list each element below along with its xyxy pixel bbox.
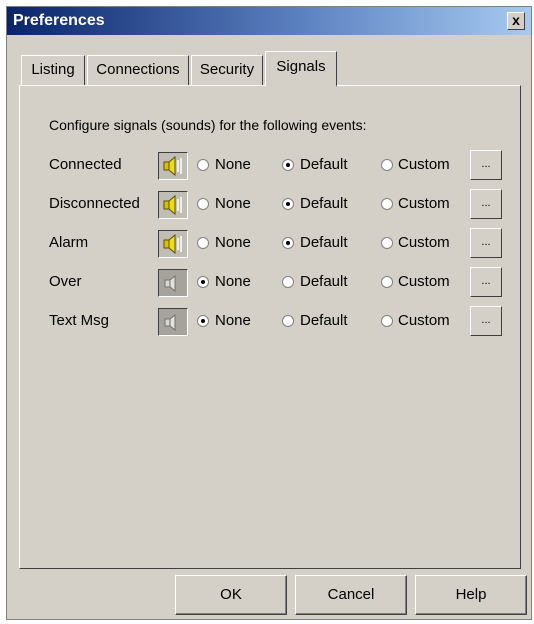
radio-label-default[interactable]: Default — [300, 234, 348, 251]
panel-description: Configure signals (sounds) for the follo… — [49, 117, 367, 133]
radio-default[interactable] — [282, 315, 294, 327]
radio-custom[interactable] — [381, 237, 393, 249]
signal-row-text-msg: Text Msg None Default Custom... — [20, 306, 520, 336]
event-label: Text Msg — [49, 312, 110, 329]
tab-label: Listing — [31, 61, 75, 78]
radio-label-custom[interactable]: Custom — [398, 273, 450, 290]
radio-custom[interactable] — [381, 198, 393, 210]
radio-none[interactable] — [197, 198, 209, 210]
radio-label-default[interactable]: Default — [300, 156, 348, 173]
radio-default[interactable] — [282, 237, 294, 249]
radio-none[interactable] — [197, 276, 209, 288]
play-sound-button[interactable] — [158, 269, 188, 297]
tab-label: Signals — [276, 58, 326, 75]
radio-label-none[interactable]: None — [215, 312, 251, 329]
signals-panel: Configure signals (sounds) for the follo… — [19, 85, 521, 569]
radio-label-none[interactable]: None — [215, 234, 251, 251]
browse-sound-button[interactable]: ... — [470, 228, 502, 258]
event-label: Connected — [49, 156, 122, 173]
play-sound-button[interactable] — [158, 308, 188, 336]
radio-default[interactable] — [282, 159, 294, 171]
radio-label-none[interactable]: None — [215, 195, 251, 212]
radio-custom[interactable] — [381, 276, 393, 288]
cancel-button[interactable]: Cancel — [295, 575, 407, 615]
radio-none[interactable] — [197, 159, 209, 171]
radio-label-custom[interactable]: Custom — [398, 195, 450, 212]
browse-sound-button[interactable]: ... — [470, 306, 502, 336]
radio-label-none[interactable]: None — [215, 273, 251, 290]
help-button[interactable]: Help — [415, 575, 527, 615]
speaker-off-icon — [164, 313, 176, 332]
radio-custom[interactable] — [381, 315, 393, 327]
speaker-on-icon — [163, 233, 182, 255]
tab-connections[interactable]: Connections — [87, 55, 189, 85]
radio-label-default[interactable]: Default — [300, 273, 348, 290]
radio-label-custom[interactable]: Custom — [398, 156, 450, 173]
speaker-on-icon — [163, 194, 182, 216]
play-sound-button[interactable] — [158, 191, 188, 219]
close-icon: x — [512, 12, 520, 28]
radio-selected-dot — [201, 319, 205, 323]
speaker-on-icon — [163, 155, 182, 177]
preferences-dialog: Preferences x Listing Connections Securi… — [6, 6, 532, 620]
event-label: Alarm — [49, 234, 89, 251]
radio-custom[interactable] — [381, 159, 393, 171]
browse-sound-button[interactable]: ... — [470, 150, 502, 180]
close-button[interactable]: x — [507, 12, 525, 30]
signal-row-connected: Connected None Default Custom... — [20, 150, 520, 180]
radio-label-default[interactable]: Default — [300, 195, 348, 212]
radio-default[interactable] — [282, 198, 294, 210]
signal-row-alarm: Alarm None Default Custom... — [20, 228, 520, 258]
signal-row-over: Over None Default Custom... — [20, 267, 520, 297]
signal-row-disconnected: Disconnected None Default Custom... — [20, 189, 520, 219]
radio-label-custom[interactable]: Custom — [398, 234, 450, 251]
window-title: Preferences — [13, 12, 105, 29]
speaker-off-icon — [164, 274, 176, 293]
browse-sound-button[interactable]: ... — [470, 189, 502, 219]
radio-selected-dot — [201, 280, 205, 284]
radio-selected-dot — [286, 202, 290, 206]
tab-listing[interactable]: Listing — [21, 55, 85, 85]
browse-sound-button[interactable]: ... — [470, 267, 502, 297]
event-label: Over — [49, 273, 82, 290]
radio-label-custom[interactable]: Custom — [398, 312, 450, 329]
ok-button[interactable]: OK — [175, 575, 287, 615]
title-bar[interactable]: Preferences x — [7, 7, 531, 35]
event-label: Disconnected — [49, 195, 140, 212]
radio-none[interactable] — [197, 237, 209, 249]
radio-selected-dot — [286, 163, 290, 167]
play-sound-button[interactable] — [158, 230, 188, 258]
play-sound-button[interactable] — [158, 152, 188, 180]
radio-label-none[interactable]: None — [215, 156, 251, 173]
radio-default[interactable] — [282, 276, 294, 288]
tab-label: Security — [199, 61, 255, 78]
radio-label-default[interactable]: Default — [300, 312, 348, 329]
tab-security[interactable]: Security — [191, 55, 263, 85]
radio-selected-dot — [286, 241, 290, 245]
tab-signals[interactable]: Signals — [265, 51, 337, 87]
tab-label: Connections — [96, 61, 180, 78]
radio-none[interactable] — [197, 315, 209, 327]
